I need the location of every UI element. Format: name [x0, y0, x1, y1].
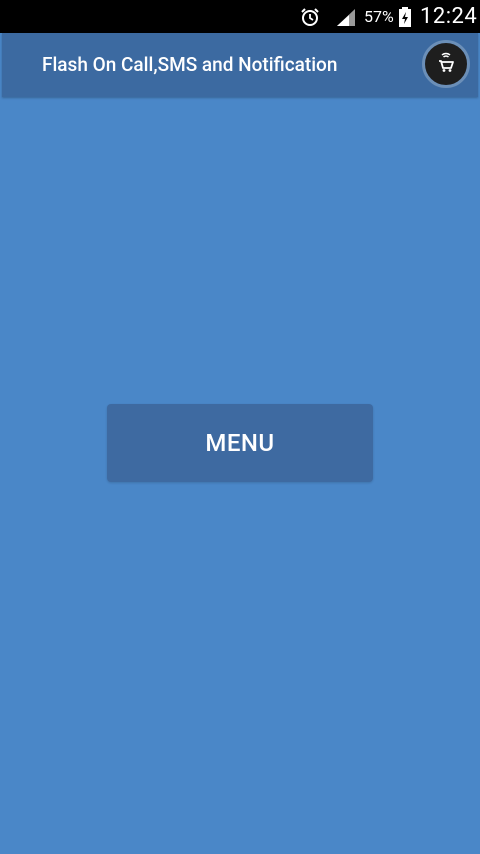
- app-bar: Flash On Call,SMS and Notification: [2, 33, 478, 97]
- battery-percent: 57%: [364, 7, 394, 26]
- signal-icon: [334, 0, 358, 33]
- app-title: Flash On Call,SMS and Notification: [42, 53, 338, 76]
- battery-charging-icon: [398, 0, 412, 33]
- status-bar: 57% 12:24: [0, 0, 480, 33]
- alarm-icon: [297, 0, 323, 33]
- shopping-cart-icon: [433, 49, 459, 79]
- menu-button[interactable]: MENU: [107, 404, 373, 482]
- clock: 12:24: [420, 4, 478, 29]
- shopping-cart-button[interactable]: [422, 40, 470, 88]
